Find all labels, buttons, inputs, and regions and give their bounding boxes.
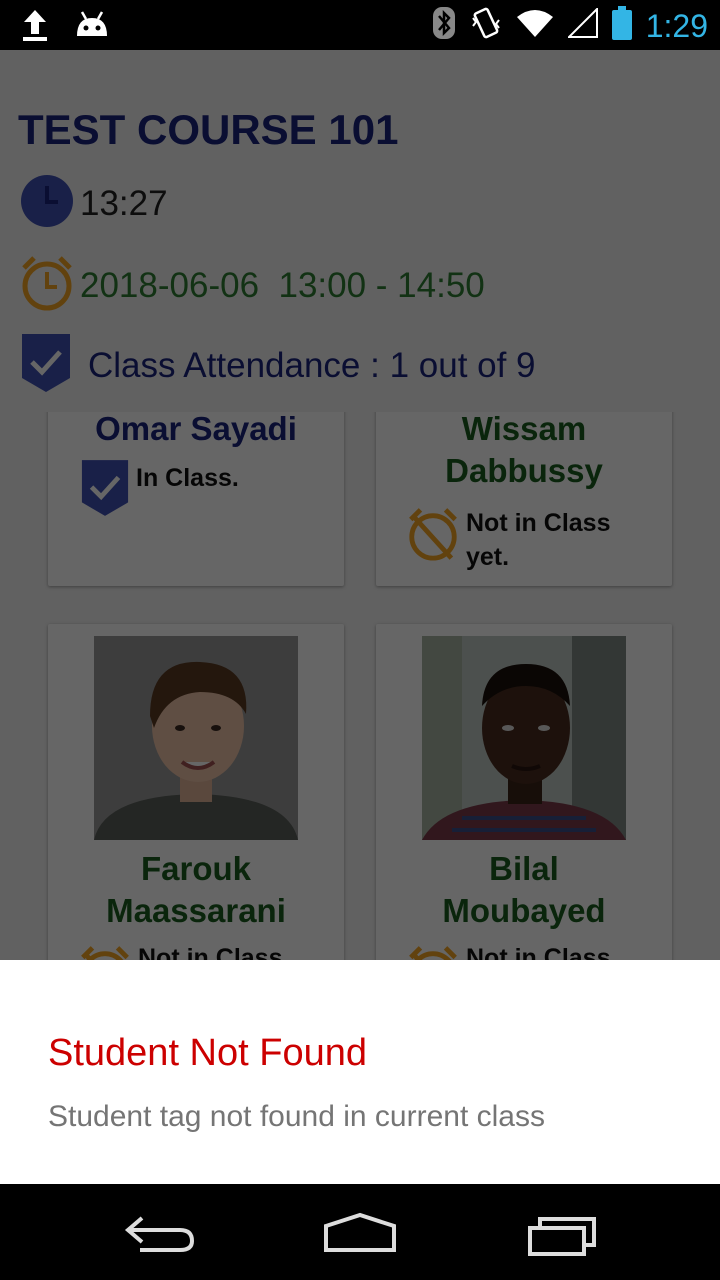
wifi-icon <box>516 8 554 43</box>
recent-apps-icon[interactable] <box>526 1216 598 1261</box>
student-name: Farouk Maassarani <box>106 850 286 929</box>
upload-icon <box>20 8 50 47</box>
student-card[interactable]: Wissam Dabbussy Not in Class yet. <box>376 412 672 586</box>
student-name: Omar Sayadi <box>95 412 297 447</box>
dialog-title: Student Not Found <box>48 1032 367 1074</box>
attendance-row: Class Attendance : 1 out of 9 <box>20 332 536 399</box>
status-bar: 1:29 <box>0 0 720 50</box>
clock-icon <box>20 174 74 233</box>
student-status: Not in Class yet. <box>406 506 672 574</box>
status-text: Not in Class yet. <box>466 509 611 571</box>
signal-icon <box>566 6 598 43</box>
attendance-count: Class Attendance : 1 out of 9 <box>88 345 536 385</box>
student-not-found-dialog: Student Not Found Student tag not found … <box>0 960 720 1184</box>
alarm-icon <box>20 254 74 317</box>
vibrate-icon <box>470 6 502 45</box>
check-shield-icon <box>20 332 72 399</box>
bluetooth-icon <box>432 6 456 45</box>
student-status: In Class. <box>80 458 344 525</box>
student-photo <box>422 636 626 840</box>
status-text: In Class. <box>136 464 239 492</box>
clock: 1:29 <box>645 7 708 44</box>
check-shield-icon <box>80 458 130 525</box>
back-icon[interactable] <box>124 1214 196 1259</box>
alarm-off-icon <box>406 506 460 569</box>
student-photo <box>94 636 298 840</box>
battery-icon <box>611 6 632 45</box>
course-title: TEST COURSE 101 <box>18 106 399 153</box>
navigation-bar <box>0 1184 720 1280</box>
student-card[interactable]: Omar Sayadi In Class. <box>48 412 344 586</box>
android-icon <box>74 10 110 45</box>
schedule-row: 2018-06-06 13:00 - 14:50 <box>20 254 485 317</box>
current-time-row: 13:27 <box>20 174 168 233</box>
student-name: Bilal Moubayed <box>442 850 606 929</box>
dialog-message: Student tag not found in current class <box>48 1100 545 1133</box>
class-schedule: 2018-06-06 13:00 - 14:50 <box>80 265 485 305</box>
current-time: 13:27 <box>80 183 168 223</box>
student-name: Wissam Dabbussy <box>445 412 603 489</box>
home-icon[interactable] <box>322 1212 398 1259</box>
